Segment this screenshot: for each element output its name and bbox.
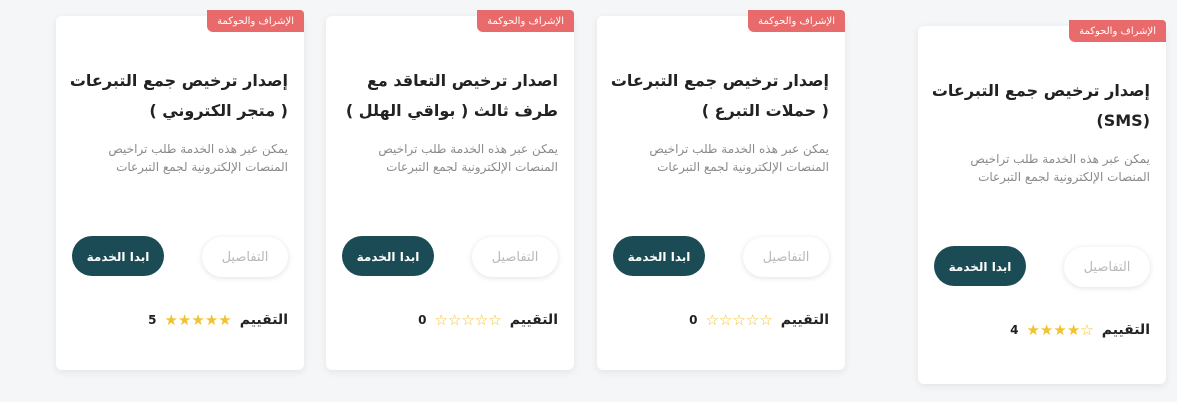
rating-stars: ★ ★ ★ ★ ☆ (1026, 320, 1094, 339)
details-button[interactable]: التفاصيل (743, 237, 829, 277)
star-empty-icon: ☆ (759, 310, 773, 329)
service-description: يمكن عبر هذه الخدمة طلب تراخيص المنصات ا… (378, 142, 558, 174)
start-service-button[interactable]: ابدا الخدمة (72, 236, 164, 276)
star-empty-icon: ☆ (447, 310, 462, 329)
star-empty-icon: ☆ (488, 310, 502, 329)
rating: التقييم ★ ★ ★ ★ ★ 5 (148, 312, 288, 328)
start-service-button[interactable]: ابدا الخدمة (613, 236, 705, 276)
rating-count: 0 (689, 313, 698, 327)
rating: التقييم ★ ★ ★ ★ ☆ 4 (1010, 322, 1150, 338)
service-title: إصدار ترخيص جمع التبرعات (SMS) (931, 81, 1150, 130)
category-badge: الإشراف والحوكمة (748, 10, 845, 32)
star-filled-icon: ★ (1039, 320, 1054, 339)
service-card: الإشراف والحوكمة إصدار ترخيص جمع التبرعا… (918, 20, 1166, 384)
service-title: اصدار ترخيص التعاقد مع طرف ثالث ( بواقي … (345, 71, 558, 120)
start-service-button[interactable]: ابدا الخدمة (934, 246, 1026, 286)
star-empty-icon: ☆ (705, 310, 719, 329)
rating: التقييم ☆ ☆ ☆ ☆ ☆ 0 (418, 312, 558, 328)
star-filled-icon: ★ (1066, 320, 1081, 339)
category-badge: الإشراف والحوكمة (207, 10, 304, 32)
service-card: الإشراف والحوكمة اصدار ترخيص التعاقد مع … (326, 10, 574, 370)
star-empty-icon: ☆ (732, 310, 746, 329)
rating-label: التقييم (239, 312, 288, 328)
service-description: يمكن عبر هذه الخدمة طلب تراخيص المنصات ا… (649, 142, 829, 174)
rating-label: التقييم (780, 312, 829, 328)
rating-count: 5 (148, 313, 157, 327)
rating-count: 4 (1010, 323, 1019, 337)
service-card: الإشراف والحوكمة إصدار ترخيص جمع التبرعا… (597, 10, 845, 370)
service-description: يمكن عبر هذه الخدمة طلب تراخيص المنصات ا… (970, 152, 1150, 184)
star-filled-icon: ★ (191, 310, 205, 329)
rating-label: التقييم (1101, 322, 1150, 338)
star-empty-icon: ☆ (474, 310, 489, 329)
rating-count: 0 (418, 313, 427, 327)
star-filled-icon: ★ (1053, 320, 1067, 339)
service-card: الإشراف والحوكمة إصدار ترخيص جمع التبرعا… (56, 10, 304, 370)
star-empty-icon: ☆ (1080, 320, 1094, 339)
service-description: يمكن عبر هذه الخدمة طلب تراخيص المنصات ا… (108, 142, 288, 174)
star-empty-icon: ☆ (745, 310, 760, 329)
details-button[interactable]: التفاصيل (202, 237, 288, 277)
rating-label: التقييم (509, 312, 558, 328)
services-grid: الإشراف والحوكمة إصدار ترخيص جمع التبرعا… (0, 0, 1177, 402)
service-title: إصدار ترخيص جمع التبرعات ( حملات التبرع … (610, 71, 829, 120)
details-button[interactable]: التفاصيل (472, 237, 558, 277)
rating-stars: ☆ ☆ ☆ ☆ ☆ (705, 310, 773, 329)
star-empty-icon: ☆ (461, 310, 475, 329)
star-filled-icon: ★ (164, 310, 178, 329)
rating-stars: ☆ ☆ ☆ ☆ ☆ (434, 310, 502, 329)
service-title: إصدار ترخيص جمع التبرعات ( متجر الكتروني… (69, 71, 288, 120)
star-filled-icon: ★ (218, 310, 232, 329)
star-filled-icon: ★ (1026, 320, 1040, 339)
star-empty-icon: ☆ (718, 310, 733, 329)
category-badge: الإشراف والحوكمة (477, 10, 574, 32)
details-button[interactable]: التفاصيل (1064, 247, 1150, 287)
start-service-button[interactable]: ابدا الخدمة (342, 236, 434, 276)
star-filled-icon: ★ (177, 310, 192, 329)
star-filled-icon: ★ (204, 310, 219, 329)
category-badge: الإشراف والحوكمة (1069, 20, 1166, 42)
rating-stars: ★ ★ ★ ★ ★ (164, 310, 232, 329)
rating: التقييم ☆ ☆ ☆ ☆ ☆ 0 (689, 312, 829, 328)
star-empty-icon: ☆ (434, 310, 448, 329)
